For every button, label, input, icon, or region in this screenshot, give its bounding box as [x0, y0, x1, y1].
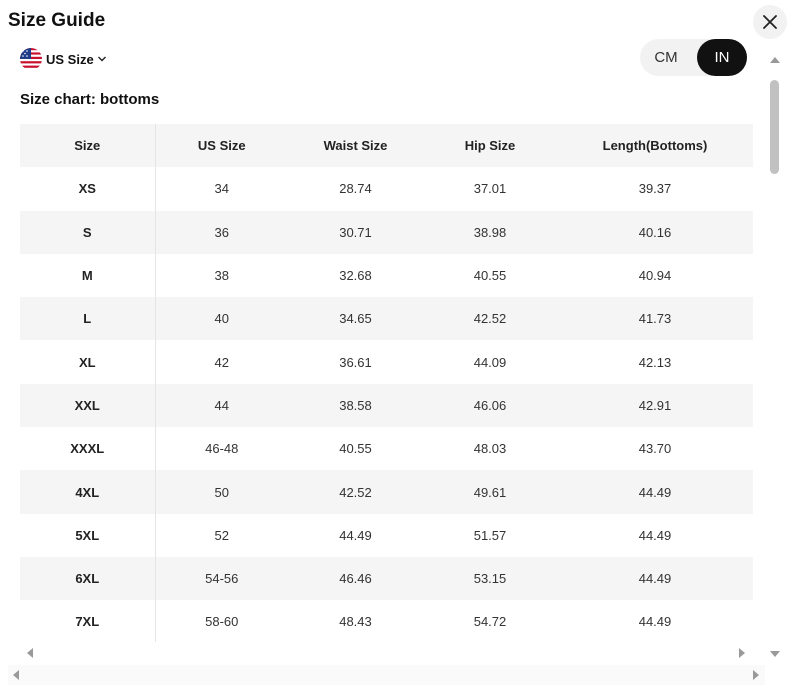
table-cell: 42.91 — [638, 397, 672, 413]
table-cell: 51.57 — [473, 527, 507, 543]
chevron-down-icon — [97, 56, 106, 62]
table-cell: 34.65 — [339, 311, 372, 327]
column-header: Size — [20, 124, 156, 168]
table-cell: 58-60 — [205, 614, 239, 630]
table-cell: 36.61 — [339, 354, 372, 370]
table-cell: 42.52 — [339, 484, 372, 500]
table-cell: 40.94 — [638, 268, 672, 284]
table-cell: 42.13 — [638, 354, 672, 370]
table-cell: 40.55 — [339, 441, 372, 457]
table-row: S 36 30.71 38.98 40.16 — [20, 210, 753, 254]
table-cell: 46-48 — [205, 441, 239, 457]
unit-toggle: CM IN — [640, 39, 747, 76]
size-label-cell: 4XL — [20, 470, 156, 514]
column-header: Length(Bottoms) — [602, 138, 708, 154]
table-cell: 42 — [214, 354, 229, 370]
table-cell: 44 — [214, 397, 229, 413]
table-cell: 40 — [214, 311, 229, 327]
size-chart-table-container[interactable]: Size US Size Waist Size Hip Size Length(… — [20, 124, 753, 642]
table-cell: 46.46 — [339, 571, 372, 587]
table-cell: 38.98 — [473, 224, 507, 240]
table-cell: 30.71 — [339, 224, 372, 240]
table-cell: 40.55 — [473, 268, 507, 284]
table-horizontal-scrollbar[interactable] — [20, 644, 753, 662]
column-header: Waist Size — [323, 138, 388, 154]
size-chart-title: Size chart: bottoms — [20, 91, 160, 108]
table-cell: 44.49 — [638, 484, 672, 500]
table-row: XL 42 36.61 44.09 42.13 — [20, 340, 753, 384]
close-button[interactable] — [753, 5, 787, 39]
table-cell: 40.16 — [638, 224, 672, 240]
size-label-cell: XL — [20, 340, 156, 384]
size-label-cell: XXL — [20, 383, 156, 428]
unit-in-button[interactable]: IN — [697, 39, 747, 76]
table-row: 5XL 52 44.49 51.57 44.49 — [20, 513, 753, 557]
scroll-right-arrow-icon[interactable] — [739, 648, 745, 658]
table-cell: 41.73 — [638, 311, 672, 327]
table-row: 4XL 50 42.52 49.61 44.49 — [20, 470, 753, 514]
scroll-left-arrow-icon[interactable] — [13, 670, 19, 680]
vertical-scrollbar-thumb[interactable] — [770, 80, 779, 174]
table-cell: 44.49 — [638, 571, 672, 587]
table-row: XS 34 28.74 37.01 39.37 — [20, 167, 753, 211]
table-cell: 28.74 — [339, 181, 372, 197]
vertical-scrollbar[interactable] — [766, 50, 784, 664]
column-header: US Size — [197, 138, 246, 154]
table-cell: 48.03 — [473, 441, 507, 457]
close-icon — [763, 15, 777, 29]
table-row: M 38 32.68 40.55 40.94 — [20, 253, 753, 298]
table-cell: 50 — [214, 484, 229, 500]
table-cell: 49.61 — [473, 484, 507, 500]
table-row: XXL 44 38.58 46.06 42.91 — [20, 383, 753, 428]
table-cell: 44.49 — [638, 614, 672, 630]
table-cell: 32.68 — [339, 268, 372, 284]
table-cell: 54.72 — [473, 614, 507, 630]
table-cell: 44.49 — [339, 527, 372, 543]
size-label-cell: L — [20, 297, 156, 341]
table-cell: 42.52 — [473, 311, 507, 327]
table-cell: 36 — [214, 224, 229, 240]
table-header-row: Size US Size Waist Size Hip Size Length(… — [20, 124, 753, 168]
scroll-right-arrow-icon[interactable] — [753, 670, 759, 680]
scroll-down-arrow-icon[interactable] — [770, 651, 780, 657]
table-row: XXXL 46-48 40.55 48.03 43.70 — [20, 427, 753, 471]
scroll-left-arrow-icon[interactable] — [27, 648, 33, 658]
table-row: 7XL 58-60 48.43 54.72 44.49 — [20, 600, 753, 642]
table-cell: 46.06 — [473, 397, 507, 413]
size-label-cell: 6XL — [20, 556, 156, 601]
size-label-cell: XS — [20, 167, 156, 211]
table-row: L 40 34.65 42.52 41.73 — [20, 297, 753, 341]
column-header: Hip Size — [464, 138, 516, 154]
us-flag-icon — [20, 48, 42, 70]
table-cell: 44.09 — [473, 354, 507, 370]
table-row: 6XL 54-56 46.46 53.15 44.49 — [20, 556, 753, 601]
size-system-label: US Size — [46, 51, 94, 67]
table-cell: 43.70 — [638, 441, 672, 457]
size-label-cell: 7XL — [20, 600, 156, 642]
scroll-up-arrow-icon[interactable] — [770, 57, 780, 63]
unit-cm-button[interactable]: CM — [640, 39, 692, 76]
page-horizontal-scrollbar[interactable] — [8, 665, 765, 685]
table-cell: 44.49 — [638, 527, 672, 543]
size-label-cell: 5XL — [20, 513, 156, 557]
table-cell: 38.58 — [339, 397, 372, 413]
table-cell: 54-56 — [205, 571, 239, 587]
table-cell: 53.15 — [473, 571, 507, 587]
page-title: Size Guide — [8, 10, 106, 31]
size-label-cell: XXXL — [20, 427, 156, 471]
table-cell: 39.37 — [638, 181, 672, 197]
size-label-cell: S — [20, 210, 156, 254]
table-cell: 34 — [214, 181, 229, 197]
table-cell: 37.01 — [473, 181, 507, 197]
size-chart-table: Size US Size Waist Size Hip Size Length(… — [20, 124, 753, 642]
table-cell: 48.43 — [339, 614, 372, 630]
table-cell: 52 — [214, 527, 229, 543]
size-system-dropdown[interactable]: US Size — [20, 48, 107, 70]
size-label-cell: M — [20, 253, 156, 298]
table-cell: 38 — [214, 268, 229, 284]
